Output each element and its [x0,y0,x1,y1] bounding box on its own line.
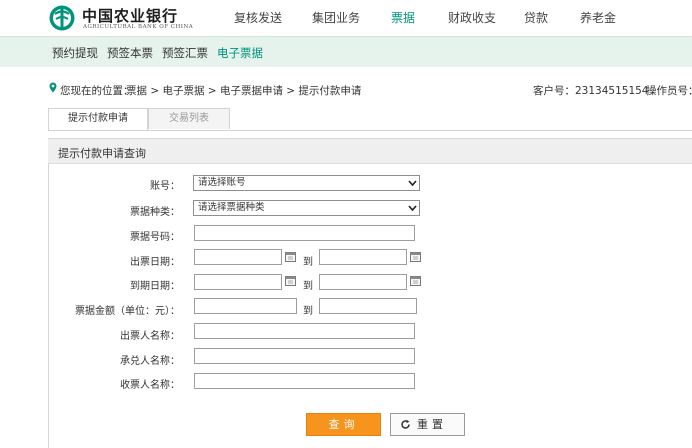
account-label: 账号： [150,181,180,192]
issue-date-label: 出票日期： [130,257,180,268]
amount-to-input[interactable] [319,298,417,314]
bill-type-select[interactable]: 请选择票据种类 [193,200,420,216]
reset-button-label: 重置 [417,418,447,431]
issue-date-to-input[interactable] [319,249,407,265]
query-button[interactable]: 查询 [306,413,381,436]
nav-loans[interactable]: 贷款 [524,9,548,26]
chevron-down-icon [408,205,417,212]
tab-transaction-list[interactable]: 交易列表 [148,108,230,129]
payee-name-input[interactable] [194,373,415,389]
breadcrumb: 票据 > 电子票据 > 电子票据申请 > 提示付款申请 [126,85,362,97]
panel-title: 提示付款申请查询 [58,147,146,160]
amount-label: 票据金额（单位：元）： [75,306,180,317]
amount-to-label: 到 [303,306,313,317]
bank-logo[interactable]: 中国农业银行 AGRICULTURAL BANK OF CHINA [48,4,238,34]
location-pin-icon [49,82,57,93]
bank-name-en: AGRICULTURAL BANK OF CHINA [83,24,194,30]
bill-type-select-value: 请选择票据种类 [198,202,265,213]
amount-from-input[interactable] [194,298,297,314]
due-date-from-input[interactable] [194,274,282,290]
nav-finance[interactable]: 财政收支 [448,9,496,26]
nav-pension[interactable]: 养老金 [580,9,616,26]
subnav-electronic-bills[interactable]: 电子票据 [217,45,263,61]
payee-name-label: 收票人名称： [120,380,180,391]
nav-group-business[interactable]: 集团业务 [312,9,360,26]
bill-number-label: 票据号码： [130,232,180,243]
due-date-to-label: 到 [303,281,313,292]
bill-number-input[interactable] [194,225,415,241]
nav-bills[interactable]: 票据 [391,9,415,26]
acceptor-name-label: 承兑人名称： [120,356,180,367]
top-header: 中国农业银行 AGRICULTURAL BANK OF CHINA 复核发送 集… [0,0,692,36]
calendar-icon[interactable] [410,275,421,286]
refresh-icon [401,419,410,429]
abc-logo-icon [49,5,75,31]
account-select-value: 请选择账号 [198,177,246,188]
tab-bar: 提示付款申请 交易列表 [48,108,692,131]
calendar-icon[interactable] [285,275,296,286]
chevron-down-icon [408,180,417,187]
issue-date-from-input[interactable] [194,249,282,265]
bank-name-cn: 中国农业银行 [82,7,179,25]
breadcrumb-prefix: 您现在的位置： [60,85,134,97]
bill-type-label: 票据种类： [130,207,180,218]
nav-review-send[interactable]: 复核发送 [234,9,282,26]
calendar-icon[interactable] [410,251,421,262]
drawer-name-label: 出票人名称： [120,331,180,342]
calendar-icon[interactable] [285,251,296,262]
tab-payment-request-label: 提示付款申请 [68,113,128,124]
customer-number: 客户号：23134515154 [533,85,649,97]
tab-payment-request[interactable]: 提示付款申请 [48,108,148,130]
due-date-to-input[interactable] [319,274,407,290]
account-select[interactable]: 请选择账号 [193,175,420,191]
reset-button[interactable]: 重置 [390,413,465,436]
subnav-pre-sign-draft[interactable]: 预签汇票 [162,45,208,61]
due-date-label: 到期日期： [130,281,180,292]
drawer-name-input[interactable] [194,323,415,339]
query-button-label: 查询 [328,418,359,431]
operator-number: 操作员号： [646,85,692,97]
tab-transaction-list-label: 交易列表 [169,113,209,124]
acceptor-name-input[interactable] [194,348,415,364]
subnav-appointment-withdraw[interactable]: 预约提现 [52,45,98,61]
sub-nav [0,36,692,67]
subnav-pre-sign-promissory[interactable]: 预签本票 [107,45,153,61]
issue-date-to-label: 到 [303,257,313,268]
